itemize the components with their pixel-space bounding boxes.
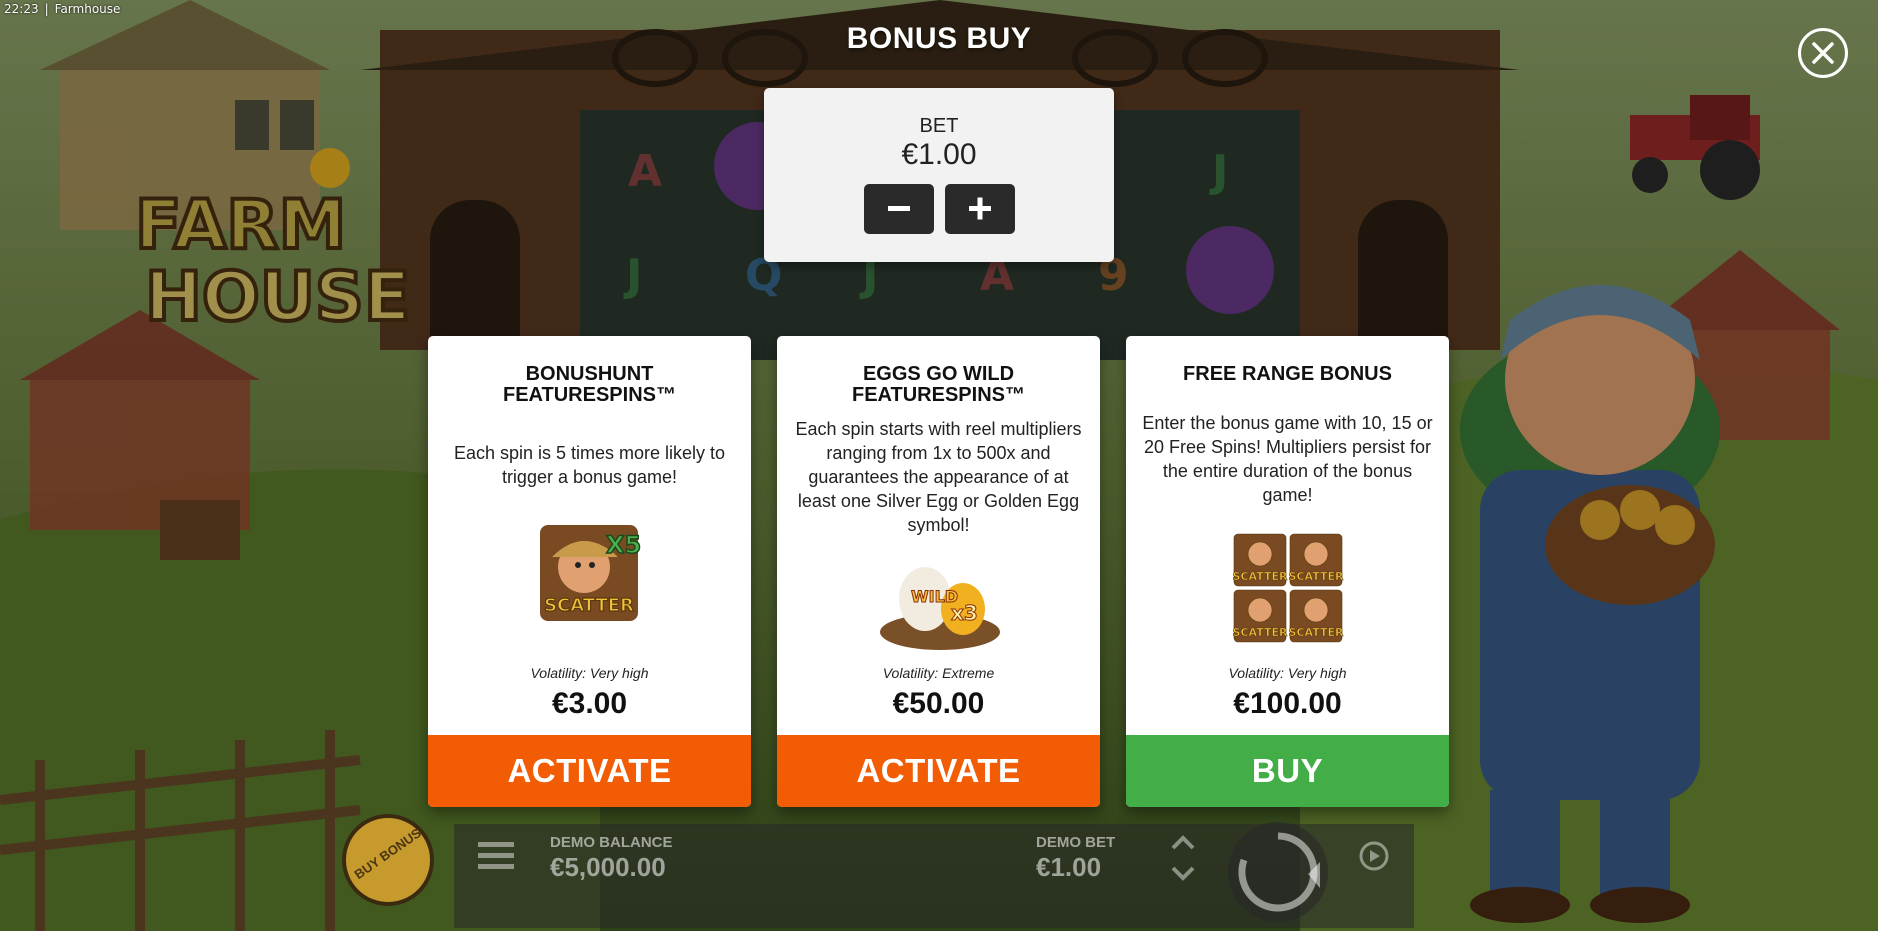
bonus-card-bonushunt: BONUSHUNT FEATURESPINS™ Each spin is 5 t… — [428, 336, 751, 807]
bet-label: BET — [919, 115, 959, 137]
card-title: EGGS GO WILD FEATURESPINS™ — [787, 364, 1090, 406]
balance-value: €5,000.00 — [550, 852, 666, 882]
status-bar: 22:23 | Farmhouse — [4, 2, 126, 16]
card-title-line: EGGS GO WILD — [862, 363, 1015, 385]
svg-text:X5: X5 — [606, 531, 641, 559]
svg-text:x3: x3 — [951, 601, 978, 625]
bet-value: €1.00 — [901, 138, 977, 171]
spin-icon[interactable] — [1220, 814, 1336, 930]
card-price: €100.00 — [1233, 687, 1342, 720]
bonus-card-free-range: FREE RANGE BONUS Enter the bonus game wi… — [1126, 336, 1449, 807]
bonus-card-eggs-go-wild: EGGS GO WILD FEATURESPINS™ Each spin sta… — [777, 336, 1100, 807]
menu-icon[interactable] — [476, 838, 516, 874]
dialog-title: BONUS BUY — [846, 22, 1032, 55]
card-title: BONUSHUNT FEATURESPINS™ — [438, 364, 741, 406]
scatter-grid-icon: SCATTER SCATTER SCATTER SCATTER — [1232, 533, 1344, 643]
card-description: Each spin starts with reel multipliers r… — [795, 419, 1082, 535]
balance-label: DEMO BALANCE — [550, 834, 673, 851]
plus-icon — [969, 197, 991, 220]
card-volatility: Volatility: Extreme — [882, 665, 995, 681]
card-title-line: BONUSHUNT — [525, 363, 654, 385]
buy-bonus-label: BUY BONUS — [351, 825, 424, 883]
card-title: FREE RANGE BONUS — [1136, 364, 1439, 385]
card-title-line: FREE RANGE BONUS — [1183, 363, 1392, 385]
card-description: Enter the bonus game with 10, 15 or 20 F… — [1142, 413, 1433, 505]
wild-egg-icon: WILD x3 — [880, 567, 1000, 650]
status-app-name: Farmhouse — [54, 2, 121, 16]
scatter-x5-icon: X5 SCATTER — [540, 525, 642, 621]
svg-text:SCATTER: SCATTER — [1289, 626, 1344, 639]
minus-icon — [888, 206, 910, 211]
activate-button[interactable]: ACTIVATE — [428, 735, 751, 807]
card-volatility: Volatility: Very high — [530, 665, 649, 681]
buy-bonus-button[interactable]: BUY BONUS — [342, 814, 434, 906]
svg-text:SCATTER: SCATTER — [1289, 570, 1344, 583]
bottom-hud: DEMO BALANCE €5,000.00 DEMO BET €1.00 — [454, 822, 1414, 928]
card-volatility: Volatility: Very high — [1228, 665, 1347, 681]
close-icon — [1812, 42, 1834, 64]
status-separator: | — [44, 2, 49, 16]
bet-increase-button[interactable] — [945, 184, 1015, 234]
card-title-line: FEATURESPINS™ — [852, 384, 1025, 406]
bet-arrows-icon[interactable] — [1168, 830, 1198, 886]
activate-button[interactable]: ACTIVATE — [777, 735, 1100, 807]
autoplay-icon[interactable] — [1356, 838, 1392, 874]
card-description: Each spin is 5 times more likely to trig… — [453, 443, 726, 487]
bet-selector: BET €1.00 — [764, 88, 1114, 262]
demo-bet-value: €1.00 — [1036, 852, 1102, 882]
close-button[interactable] — [1798, 28, 1848, 78]
svg-text:SCATTER: SCATTER — [1233, 626, 1288, 639]
status-time: 22:23 — [4, 2, 39, 16]
svg-text:SCATTER: SCATTER — [1233, 570, 1288, 583]
demo-bet-label: DEMO BET — [1036, 834, 1116, 851]
card-price: €3.00 — [551, 687, 628, 720]
buy-button[interactable]: BUY — [1126, 735, 1449, 807]
card-price: €50.00 — [892, 687, 985, 720]
bet-decrease-button[interactable] — [864, 184, 934, 234]
svg-text:SCATTER: SCATTER — [544, 595, 634, 616]
card-title-line: FEATURESPINS™ — [503, 384, 676, 406]
